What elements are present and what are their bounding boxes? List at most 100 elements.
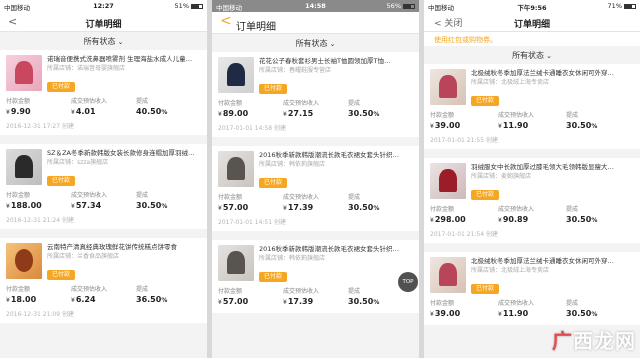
percent-unit: % — [591, 311, 598, 318]
screenshot-panel-1: 中国移动 12:27 51% < 订单明细 所有状态 ⌄ 诺瑞音便携式洗鼻器喷雾剂… — [0, 0, 207, 358]
rate-label: 提成 — [136, 98, 149, 105]
order-date: 2017-01-01 21:54 创建 — [430, 231, 498, 238]
battery-label: 51% — [174, 2, 189, 10]
back-button[interactable]: < — [220, 14, 232, 28]
order-card[interactable]: 诺瑞音便携式洗鼻器喷雾剂 生理海盐水成人儿童… 所属店铺：诺瑞音母婴旗舰店 已付… — [0, 50, 207, 135]
order-card[interactable]: 北极绒秋冬季加厚法兰绒卡通睡衣女休闲可外穿… 所属店铺：北极绒上海专卖店 已付款… — [424, 252, 640, 325]
currency-symbol: ¥ — [430, 217, 434, 224]
shop-name: 所属店铺：麦朝旗舰店 — [471, 173, 532, 180]
page-title: 订单明细 — [85, 20, 122, 30]
paid-label: 付款金额 — [218, 288, 243, 295]
status-bar: 中国移动 下午9:56 71% — [424, 0, 640, 12]
product-thumbnail — [218, 151, 254, 187]
income-amount: 4.01 — [75, 107, 96, 116]
income-amount: 27.15 — [287, 109, 314, 118]
shop-name: 所属店铺：韩依莉旗舰店 — [259, 255, 326, 262]
income-label: 成交预估收入 — [71, 286, 108, 293]
rate-label: 提成 — [136, 286, 149, 293]
paid-amount: 188.00 — [10, 201, 42, 210]
paid-label: 付款金额 — [6, 98, 31, 105]
currency-symbol: ¥ — [218, 111, 222, 118]
income-label: 成交预估收入 — [283, 194, 320, 201]
product-thumbnail — [6, 243, 42, 279]
battery-icon — [191, 3, 203, 9]
battery-label: 71% — [607, 2, 622, 10]
income-amount: 6.24 — [75, 295, 96, 304]
income-label: 成交预估收入 — [71, 98, 108, 105]
commission-rate: 30.50 — [348, 203, 374, 212]
paid-label: 付款金额 — [430, 206, 455, 213]
product-name: 2016秋季新款韩版潮流长款毛衣裙女套头针织… — [259, 151, 400, 159]
order-card[interactable]: SZ＆ZA冬季新款韩版女装长款修身连帽加厚羽绒… 所属店铺：szza旗舰店 已付… — [0, 144, 207, 229]
product-thumbnail — [430, 257, 466, 293]
product-name: 诺瑞音便携式洗鼻器喷雾剂 生理海盐水成人儿童… — [47, 55, 193, 63]
product-name: 2016秋季新款韩版潮流长款毛衣裙女套头针织… — [259, 245, 400, 253]
scroll-to-top-button[interactable]: TOP — [398, 272, 418, 292]
product-thumbnail — [430, 163, 466, 199]
status-filter[interactable]: 所有状态 ⌄ — [424, 46, 640, 64]
page-title: 订单明细 — [513, 20, 550, 30]
currency-symbol: ¥ — [218, 205, 222, 212]
currency-symbol: ¥ — [283, 205, 287, 212]
commission-rate: 40.50 — [136, 107, 162, 116]
status-filter[interactable]: 所有状态 ⌄ — [212, 34, 419, 52]
order-date: 2017-01-01 14:58 创建 — [218, 125, 286, 132]
order-card[interactable]: 羽绒服女中长款加厚过膝毛领大毛领韩版显瘦大… 所属店铺：麦朝旗舰店 已付款 付款… — [424, 158, 640, 243]
order-card[interactable]: 花花公子春秋套衫男士长袖T恤圆领加厚T恤… 所属店铺：春耀鞋服专营店 已付款 付… — [212, 52, 419, 137]
status-bar: 中国移动 12:27 51% — [0, 0, 207, 12]
notice-text: 使用红包或购物券。 — [424, 32, 640, 46]
status-badge: 已付款 — [47, 82, 76, 92]
currency-symbol: ¥ — [430, 123, 434, 130]
income-amount: 11.90 — [502, 309, 529, 318]
product-name: 北极绒秋冬季加厚法兰绒卡通睡衣女休闲可外穿… — [471, 69, 614, 77]
screenshot-panel-2: 中国移动 14:58 56% < 订单明细 所有状态 ⌄ 花花公子春秋套衫男士长袖… — [212, 0, 419, 358]
chevron-down-icon: ⌄ — [117, 38, 124, 46]
commission-rate: 30.50 — [348, 109, 374, 118]
paid-label: 付款金额 — [6, 286, 31, 293]
rate-label: 提成 — [566, 300, 579, 307]
currency-symbol: ¥ — [498, 311, 502, 318]
status-badge: 已付款 — [471, 284, 500, 294]
commission-rate: 30.50 — [348, 297, 374, 306]
paid-label: 付款金额 — [218, 194, 243, 201]
order-date: 2017-01-01 21:55 创建 — [430, 137, 498, 144]
status-badge: 已付款 — [259, 272, 288, 282]
commission-rate: 30.50 — [566, 215, 592, 224]
commission-rate: 30.50 — [136, 201, 162, 210]
order-card[interactable]: 2016秋季新款韩版潮流长款毛衣裙女套头针织… 所属店铺：韩依莉旗舰店 已付款 … — [212, 240, 419, 313]
status-badge: 已付款 — [259, 84, 288, 94]
income-amount: 11.90 — [502, 121, 529, 130]
paid-amount: 39.00 — [434, 121, 461, 130]
paid-label: 付款金额 — [430, 300, 455, 307]
shop-name: 所属店铺：春耀鞋服专营店 — [259, 67, 332, 74]
product-thumbnail — [430, 69, 466, 105]
product-name: 北极绒秋冬季加厚法兰绒卡通睡衣女休闲可外穿… — [471, 257, 614, 265]
order-card[interactable]: 2016秋季新款韩版潮流长款毛衣裙女套头针织… 所属店铺：韩依莉旗舰店 已付款 … — [212, 146, 419, 231]
order-card[interactable]: 北极绒秋冬季加厚法兰绒卡通睡衣女休闲可外穿… 所属店铺：北极绒上海专卖店 已付款… — [424, 64, 640, 149]
status-filter-label: 所有状态 — [83, 37, 116, 46]
page-title: 订单明细 — [236, 22, 276, 33]
percent-unit: % — [373, 299, 380, 306]
income-amount: 57.34 — [75, 201, 102, 210]
status-filter[interactable]: 所有状态 ⌄ — [0, 32, 207, 50]
order-date: 2017-01-01 14:51 创建 — [218, 219, 286, 226]
battery-indicator: 56% — [387, 2, 415, 10]
currency-symbol: ¥ — [218, 299, 222, 306]
order-date: 2016-12-31 17:27 创建 — [6, 123, 74, 130]
screenshot-panel-3: 中国移动 下午9:56 71% < 关闭 订单明细 使用红包或购物券。 所有状态… — [424, 0, 640, 358]
battery-icon — [403, 3, 415, 9]
status-badge: 已付款 — [47, 270, 76, 280]
nav-bar: < 关闭 订单明细 — [424, 12, 640, 32]
percent-unit: % — [161, 109, 168, 116]
currency-symbol: ¥ — [71, 109, 75, 116]
percent-unit: % — [373, 205, 380, 212]
currency-symbol: ¥ — [283, 111, 287, 118]
percent-unit: % — [373, 111, 380, 118]
commission-rate: 30.50 — [566, 121, 592, 130]
rate-label: 提成 — [136, 192, 149, 199]
currency-symbol: ¥ — [430, 311, 434, 318]
paid-amount: 57.00 — [222, 203, 249, 212]
status-badge: 已付款 — [471, 190, 500, 200]
income-amount: 17.39 — [287, 203, 314, 212]
order-card[interactable]: 云南特产清真经典玫瑰鲜花饼传统糕点饼零食 所属店铺：兰香食品旗舰店 已付款 付款… — [0, 238, 207, 323]
